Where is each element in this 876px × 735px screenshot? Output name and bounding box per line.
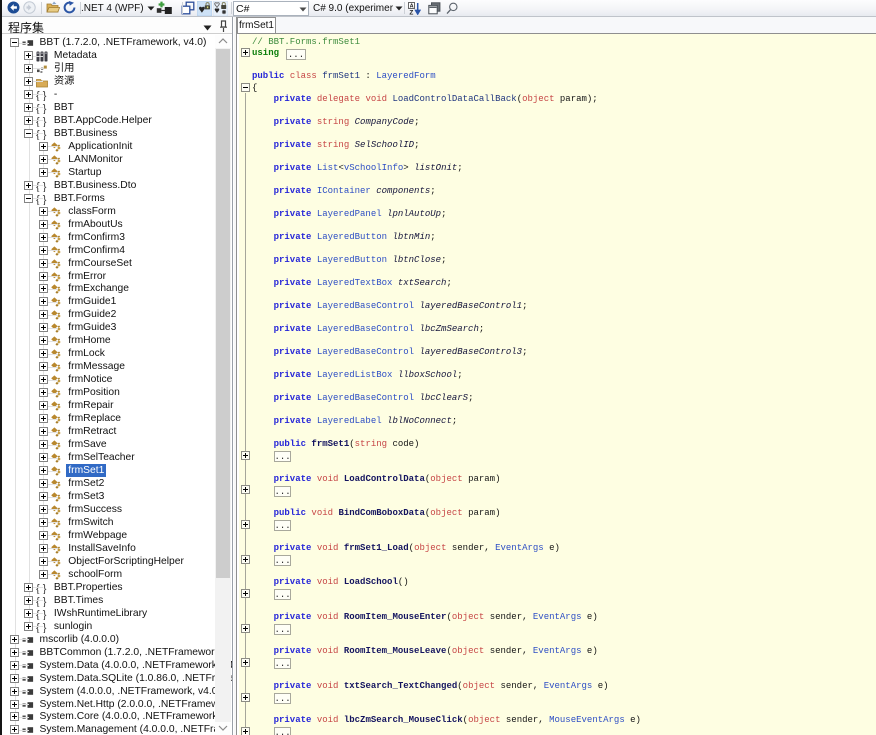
svg-text:{ }: { } bbox=[36, 609, 47, 620]
svg-text:{ }: { } bbox=[36, 583, 47, 594]
svg-text:Z: Z bbox=[409, 10, 413, 15]
svg-text:{ }: { } bbox=[36, 622, 47, 633]
svg-text:{ }: { } bbox=[36, 116, 47, 127]
svg-text:{ }: { } bbox=[36, 194, 47, 205]
svg-text:{ }: { } bbox=[36, 129, 47, 140]
svg-text:{ }: { } bbox=[36, 596, 47, 607]
svg-text:{ }: { } bbox=[36, 103, 47, 114]
svg-text:{ }: { } bbox=[36, 90, 47, 101]
svg-text:{ }: { } bbox=[36, 181, 47, 192]
